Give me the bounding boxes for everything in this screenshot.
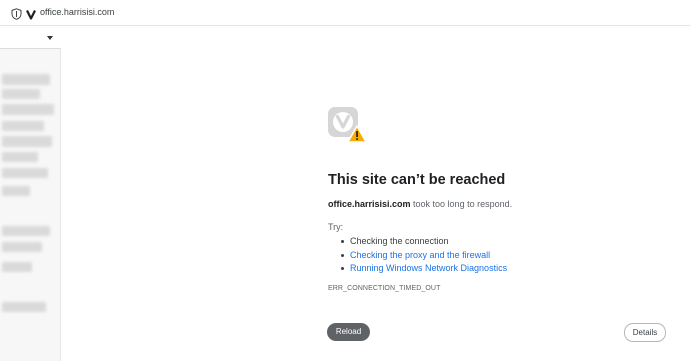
blurred-item	[2, 168, 48, 178]
blurred-item	[2, 136, 52, 147]
try-label: Try:	[328, 222, 344, 232]
error-title: This site can’t be reached	[328, 172, 506, 188]
blurred-item	[2, 121, 44, 131]
side-panel	[0, 26, 61, 361]
error-description: office.harrisisi.com took too long to re…	[328, 199, 512, 209]
suggestion-check-proxy-link[interactable]: Checking the proxy and the firewall	[341, 249, 507, 263]
blurred-item	[2, 74, 50, 85]
chevron-down-icon[interactable]	[47, 36, 53, 40]
suggestion-check-connection: Checking the connection	[341, 235, 507, 249]
suggestion-network-diagnostics-link[interactable]: Running Windows Network Diagnostics	[341, 262, 507, 276]
address-bar[interactable]: office.harrisisi.com	[0, 0, 690, 26]
blurred-item	[2, 302, 46, 312]
url-text[interactable]: office.harrisisi.com	[40, 7, 114, 17]
shield-icon[interactable]	[11, 7, 22, 20]
blurred-item	[2, 104, 54, 115]
blurred-item	[2, 152, 38, 162]
vivaldi-warning-icon	[327, 106, 367, 144]
blurred-item	[2, 242, 42, 252]
details-button[interactable]: Details	[624, 323, 666, 342]
side-panel-dropdown[interactable]	[0, 26, 61, 49]
error-code: ERR_CONNECTION_TIMED_OUT	[328, 285, 441, 292]
blurred-item	[2, 226, 50, 236]
reload-button[interactable]: Reload	[327, 323, 370, 341]
suggestion-list: Checking the connection Checking the pro…	[341, 235, 507, 276]
blurred-item	[2, 89, 40, 99]
blurred-item	[2, 262, 32, 272]
blurred-item	[2, 186, 30, 196]
vivaldi-logo-icon[interactable]	[26, 7, 36, 20]
error-message: took too long to respond.	[410, 199, 513, 209]
error-host: office.harrisisi.com	[328, 199, 411, 209]
